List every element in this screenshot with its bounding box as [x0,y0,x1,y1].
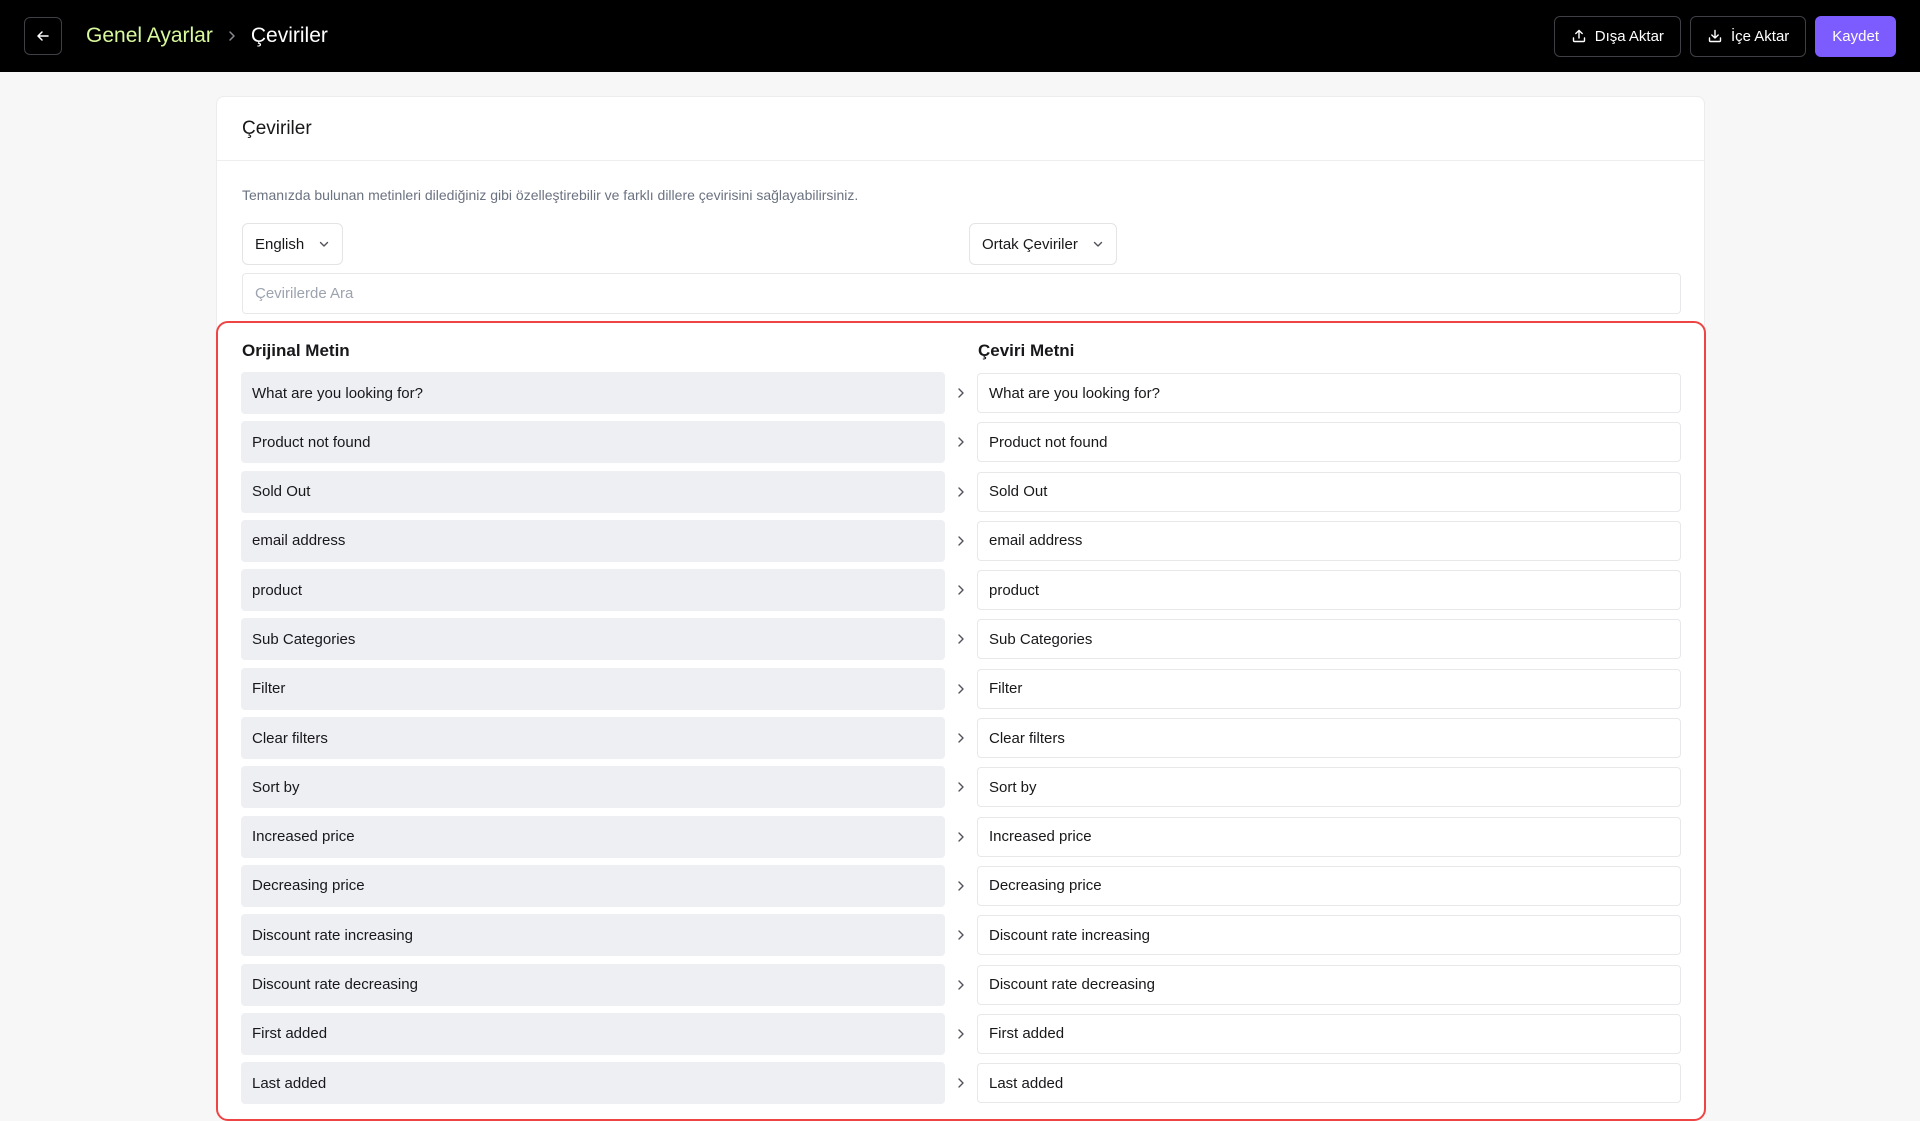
table-row: What are you looking for? [241,372,1683,421]
original-text: Sort by [241,766,945,809]
translation-input[interactable] [977,619,1681,660]
chevron-right-icon [945,865,977,907]
translation-input[interactable] [977,1013,1681,1054]
original-text: email address [241,519,945,562]
top-bar: Genel Ayarlar Çeviriler Dışa Aktar İçe A… [0,0,1920,72]
chevron-right-icon [945,471,977,513]
export-button[interactable]: Dışa Aktar [1553,15,1681,57]
original-text: Discount rate decreasing [241,963,945,1006]
chevron-right-icon [945,372,977,414]
original-text: Product not found [241,421,945,464]
card-description: Temanızda bulunan metinleri dilediğiniz … [242,187,859,203]
original-text: Filter [241,667,945,710]
translation-input[interactable] [977,1063,1681,1104]
table-row: Clear filters [241,717,1683,766]
chevron-right-icon [945,520,977,562]
chevron-right-icon [227,30,237,42]
table-row: Product not found [241,421,1683,470]
chevron-right-icon [945,816,977,858]
translation-input[interactable] [977,767,1681,808]
search-input[interactable] [242,273,1681,314]
card-title: Çeviriler [242,117,312,139]
group-select-value: Ortak Çeviriler [982,235,1078,253]
translation-input[interactable] [977,816,1681,857]
import-label: İçe Aktar [1730,27,1790,45]
chevron-right-icon [945,1013,977,1055]
card-header: Çeviriler [217,97,1704,161]
original-text: Sold Out [241,470,945,513]
export-label: Dışa Aktar [1594,27,1664,45]
translations-table: Orijinal Metin Çeviri Metni What are you… [216,321,1706,1121]
chevron-down-icon [320,241,329,247]
translation-rows: What are you looking for? Product not fou… [241,372,1683,1111]
translation-input[interactable] [977,865,1681,906]
language-select[interactable]: English [242,223,344,265]
table-row: Decreasing price [241,864,1683,914]
table-row: product [241,569,1683,618]
translation-input[interactable] [977,915,1681,956]
translation-input[interactable] [977,718,1681,759]
original-text: Increased price [241,815,945,858]
translation-input[interactable] [977,964,1681,1005]
back-button[interactable] [24,17,62,55]
page-title: Çeviriler [250,24,328,47]
table-row: Last added [241,1062,1683,1111]
chevron-down-icon [1093,241,1103,247]
table-row: email address [241,519,1683,569]
translation-input[interactable] [977,520,1681,561]
download-icon [1708,29,1722,43]
chevron-right-icon [945,766,977,808]
original-text: First added [241,1012,945,1055]
table-row: Sort by [241,766,1683,815]
table-row: Filter [241,667,1683,717]
upload-icon [1572,29,1585,43]
table-row: Discount rate decreasing [241,963,1683,1013]
group-select[interactable]: Ortak Çeviriler [969,223,1117,265]
header-actions: Dışa Aktar İçe Aktar Kaydet [1553,15,1896,57]
translation-input[interactable] [977,422,1681,463]
original-column-header: Orijinal Metin [242,341,350,360]
table-row: Discount rate increasing [241,914,1683,963]
chevron-right-icon [945,668,977,710]
translation-input[interactable] [977,373,1681,413]
chevron-right-icon [945,421,977,463]
table-row: Increased price [241,815,1683,865]
translation-input[interactable] [977,668,1681,709]
chevron-right-icon [945,569,977,611]
original-text: Discount rate increasing [241,914,945,957]
chevron-right-icon [945,964,977,1006]
chevron-right-icon [945,618,977,660]
original-text: What are you looking for? [241,372,945,414]
original-text: Sub Categories [241,618,945,661]
arrow-left-icon [37,31,49,41]
original-text: Clear filters [241,717,945,760]
table-row: First added [241,1012,1683,1062]
language-select-value: English [255,235,305,253]
original-text: product [241,569,945,612]
breadcrumb-root[interactable]: Genel Ayarlar [86,24,213,48]
save-button[interactable]: Kaydet [1815,15,1896,57]
import-button[interactable]: İçe Aktar [1689,15,1807,57]
table-row: Sub Categories [241,618,1683,667]
chevron-right-icon [945,1062,977,1104]
translation-input[interactable] [977,570,1681,611]
original-text: Last added [241,1062,945,1105]
translation-input[interactable] [977,471,1681,512]
table-row: Sold Out [241,470,1683,520]
original-text: Decreasing price [241,864,945,907]
chevron-right-icon [945,717,977,759]
chevron-right-icon [945,914,977,956]
translation-column-header: Çeviri Metni [978,341,1075,360]
